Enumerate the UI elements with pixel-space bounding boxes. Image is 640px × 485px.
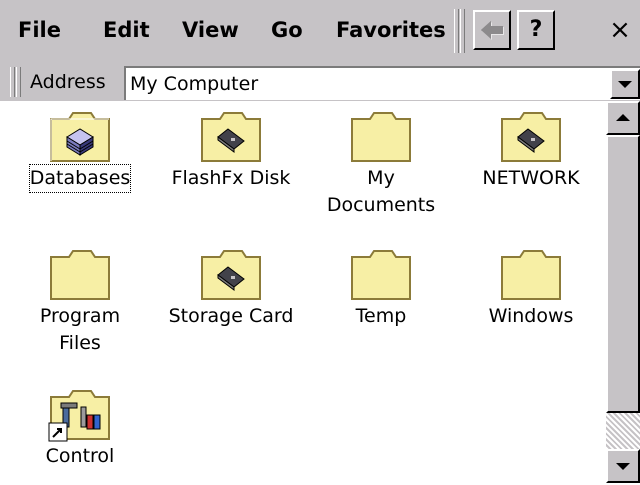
file-label: Control (45, 445, 115, 467)
file-item-storage-card[interactable]: Storage Card (166, 245, 296, 330)
file-item-windows[interactable]: Windows (466, 245, 596, 330)
file-item-flashfx-disk[interactable]: FlashFx Disk (166, 107, 296, 192)
storage-card-folder-icon (201, 112, 261, 162)
folder-icon (351, 250, 411, 300)
file-item-my-documents[interactable]: My Documents (316, 107, 446, 219)
chevron-up-icon (616, 114, 630, 121)
storage-card-folder-icon (501, 112, 561, 162)
file-label: My Documents (326, 167, 436, 216)
menu-favorites[interactable]: Favorites (336, 14, 446, 46)
help-icon: ? (529, 17, 543, 42)
close-icon: × (609, 15, 631, 45)
database-folder-icon (50, 112, 110, 162)
menu-bar: File Edit View Go Favorites ? × (0, 0, 640, 63)
chevron-down-icon (616, 463, 630, 470)
address-input[interactable]: My Computer (130, 71, 258, 97)
scroll-down-button[interactable] (606, 449, 640, 483)
close-button[interactable]: × (600, 10, 640, 50)
folder-icon (50, 250, 110, 300)
back-arrow-icon (481, 21, 504, 40)
file-label: Temp (355, 305, 407, 327)
menu-go[interactable]: Go (271, 14, 303, 46)
file-label: Windows (488, 305, 574, 327)
control-panel-shortcut-icon (48, 390, 110, 442)
address-field[interactable]: My Computer (124, 66, 640, 100)
file-list: Databases FlashFx Disk My Documents NETW… (0, 101, 606, 483)
file-item-program-files[interactable]: Program Files (15, 245, 145, 357)
folder-icon (501, 250, 561, 300)
folder-icon (351, 112, 411, 162)
vertical-scrollbar[interactable] (606, 101, 640, 483)
file-item-databases[interactable]: Databases (15, 107, 145, 193)
scroll-up-button[interactable] (606, 101, 640, 135)
menu-file[interactable]: File (18, 14, 61, 46)
address-bar-grip[interactable] (10, 67, 22, 97)
menu-edit[interactable]: Edit (103, 14, 150, 46)
menu-view[interactable]: View (182, 14, 239, 46)
file-item-temp[interactable]: Temp (316, 245, 446, 330)
address-bar: Address My Computer (0, 63, 640, 101)
file-label: NETWORK (482, 167, 580, 189)
toolbar-grip[interactable] (454, 9, 466, 53)
file-label: Databases (28, 164, 132, 193)
file-label: FlashFx Disk (171, 167, 291, 189)
file-label: Program Files (39, 305, 121, 354)
chevron-down-icon (618, 81, 632, 88)
file-label: Storage Card (168, 305, 294, 327)
help-button[interactable]: ? (517, 10, 555, 50)
scroll-thumb[interactable] (606, 135, 640, 413)
address-dropdown-button[interactable] (610, 69, 640, 99)
file-item-network[interactable]: NETWORK (466, 107, 596, 192)
back-button[interactable] (473, 10, 511, 50)
storage-card-folder-icon (201, 250, 261, 300)
scroll-track[interactable] (606, 135, 640, 449)
file-item-control-panel[interactable]: Control (15, 385, 145, 470)
file-explorer-window: File Edit View Go Favorites ? × Address … (0, 0, 640, 483)
address-label: Address (30, 71, 106, 93)
